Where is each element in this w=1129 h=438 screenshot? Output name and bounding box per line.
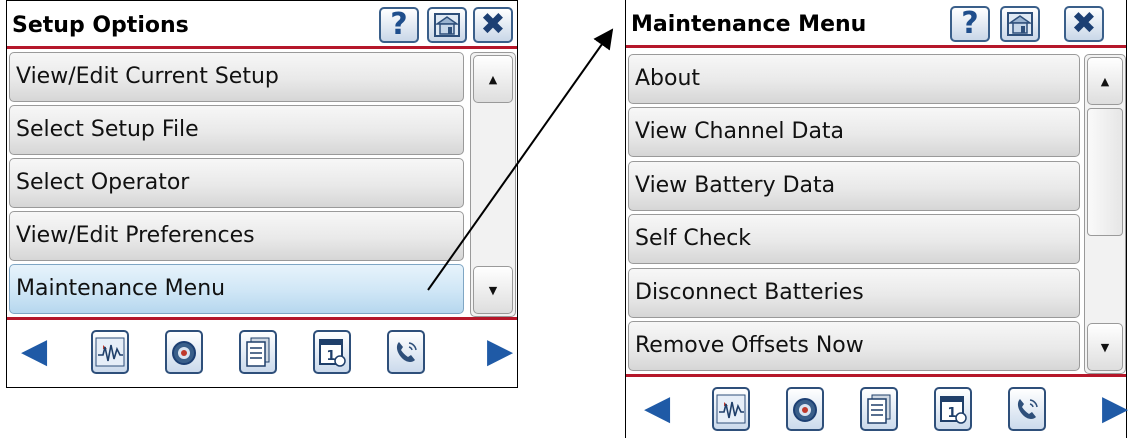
connector-arrow: [427, 28, 614, 291]
